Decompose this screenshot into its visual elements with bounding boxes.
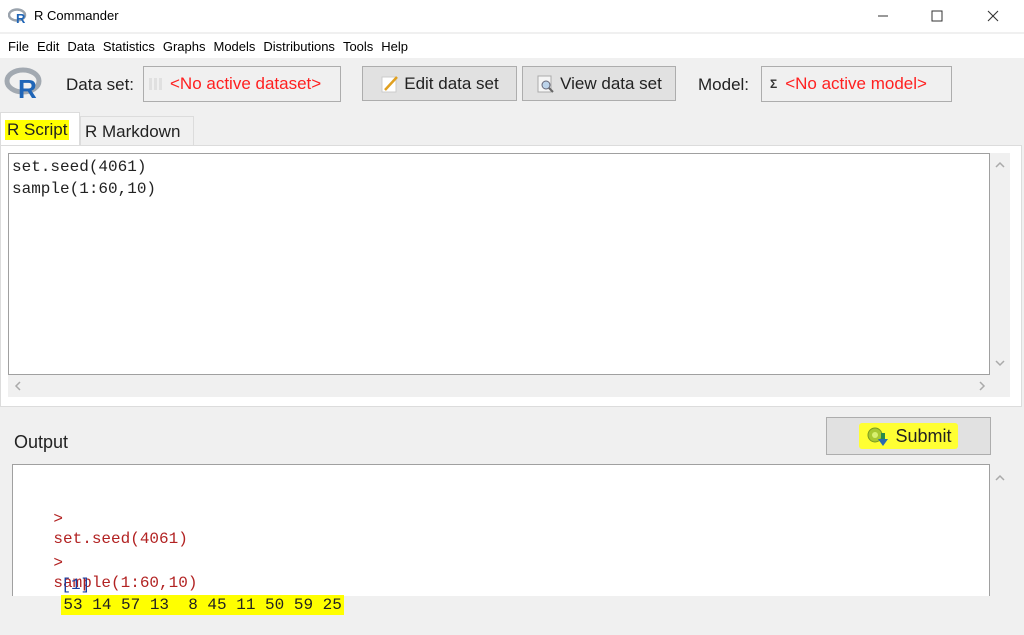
tab-r-script-label: R Script (5, 119, 70, 140)
model-label: Model: (698, 75, 750, 94)
output-vertical-scrollbar[interactable] (990, 464, 1010, 596)
menu-file[interactable]: File (4, 39, 33, 54)
result-index: [1] (61, 576, 91, 594)
scroll-left-icon[interactable] (14, 381, 22, 391)
view-magnifier-icon (537, 75, 554, 93)
pencil-icon (381, 75, 399, 92)
maximize-button[interactable] (914, 0, 960, 32)
svg-text:R: R (16, 11, 26, 24)
dataset-label: Data set: (66, 75, 135, 94)
menu-models[interactable]: Models (209, 39, 259, 54)
menu-help[interactable]: Help (377, 39, 412, 54)
menu-graphs[interactable]: Graphs (159, 39, 210, 54)
prompt-symbol: > (53, 510, 64, 528)
scroll-right-icon[interactable] (978, 381, 986, 391)
menu-tools[interactable]: Tools (339, 39, 377, 54)
scroll-up-icon[interactable] (995, 161, 1005, 169)
title-bar: R R Commander (0, 0, 1024, 32)
script-editor[interactable]: set.seed(4061) sample(1:60,10) (8, 153, 990, 375)
tab-r-markdown-label: R Markdown (85, 121, 181, 141)
submit-label: Submit (895, 425, 952, 446)
svg-text:R: R (18, 74, 37, 100)
menu-bar: File Edit Data Statistics Graphs Models … (0, 34, 1024, 58)
sigma-icon: Σ (770, 77, 778, 91)
view-dataset-button[interactable]: View data set (522, 66, 676, 101)
minimize-icon (878, 15, 888, 17)
active-dataset-selector[interactable]: <No active dataset> (143, 66, 341, 102)
edit-dataset-label: Edit data set (404, 73, 499, 93)
script-vertical-scrollbar[interactable] (990, 153, 1010, 375)
edit-dataset-button[interactable]: Edit data set (362, 66, 517, 101)
view-dataset-label: View data set (560, 73, 662, 93)
tab-r-markdown[interactable]: R Markdown (80, 116, 194, 146)
script-line: set.seed(4061) (12, 158, 147, 176)
script-horizontal-scrollbar[interactable] (8, 375, 1010, 397)
minimize-button[interactable] (860, 0, 906, 32)
submit-highlight: Submit (859, 423, 958, 449)
result-values: 53 14 57 13 8 45 11 50 59 25 (61, 595, 344, 615)
tab-r-script[interactable]: R Script (0, 112, 80, 146)
r-logo-icon: R (4, 67, 42, 100)
output-result-line: [1] 53 14 57 13 8 45 11 50 59 25 (23, 555, 344, 635)
menu-data[interactable]: Data (63, 39, 98, 54)
scroll-up-icon[interactable] (995, 474, 1005, 482)
dataset-icon (149, 78, 162, 90)
model-value: <No active model> (785, 74, 927, 93)
active-model-selector[interactable]: Σ <No active model> (761, 66, 952, 102)
menu-edit[interactable]: Edit (33, 39, 63, 54)
gear-submit-icon (867, 427, 889, 446)
menu-distributions[interactable]: Distributions (259, 39, 339, 54)
dataset-value: <No active dataset> (170, 74, 322, 93)
r-app-icon: R (8, 8, 27, 24)
close-icon (987, 10, 999, 22)
submit-button[interactable]: Submit (826, 417, 991, 455)
scroll-down-icon[interactable] (995, 359, 1005, 367)
menu-statistics[interactable]: Statistics (99, 39, 159, 54)
close-button[interactable] (970, 0, 1016, 32)
script-line: sample(1:60,10) (12, 180, 157, 198)
maximize-icon (931, 10, 943, 22)
output-console[interactable]: > set.seed(4061) > sample(1:60,10) [1] 5… (12, 464, 990, 615)
window-title: R Commander (34, 8, 119, 23)
output-label: Output (14, 432, 69, 452)
